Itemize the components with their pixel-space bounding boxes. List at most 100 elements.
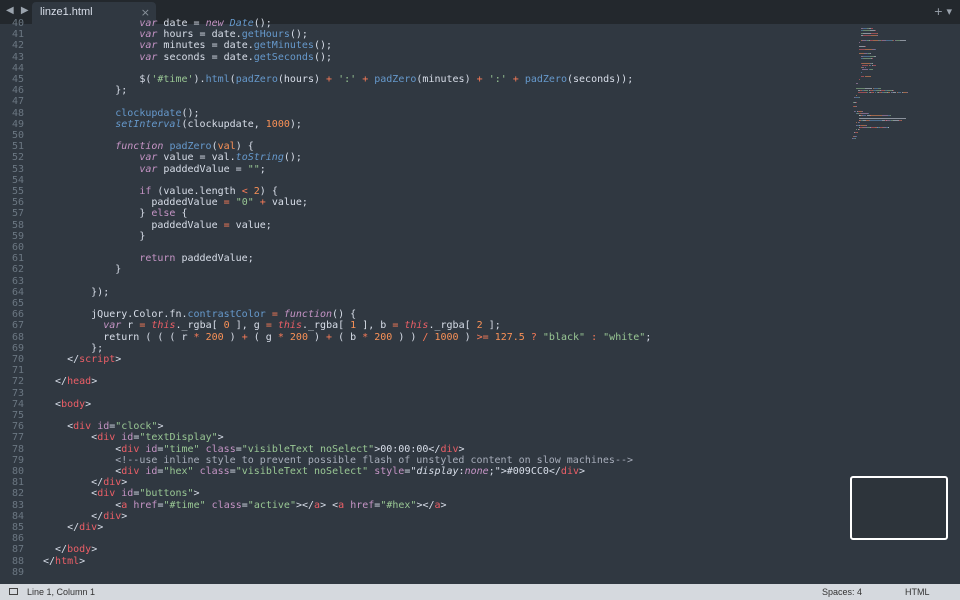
code-line[interactable]: <div id="time" class="visibleText noSele…	[43, 443, 464, 455]
code-line[interactable]: });	[43, 287, 109, 298]
code-line[interactable]: </div>	[43, 477, 127, 488]
code-token: body	[67, 544, 92, 556]
code-line[interactable]: <div id="hex" class="visibleText noSelec…	[43, 466, 585, 477]
code-token: ) )	[392, 331, 423, 343]
code-token: "time"	[163, 443, 200, 455]
minimap-viewport[interactable]	[850, 476, 948, 540]
code-token: "black"	[542, 331, 586, 343]
code-token: date =	[163, 18, 206, 29]
minimap-line	[862, 110, 863, 112]
code-token: this	[404, 320, 429, 332]
code-line[interactable]: jQuery.Color.fn.contrastColor = function…	[43, 309, 356, 320]
code-token: <	[43, 421, 74, 433]
code-line[interactable]: </body>	[43, 544, 97, 555]
code-line[interactable]: <div id="clock">	[43, 421, 163, 432]
code-token: ':'	[338, 74, 357, 85]
minimap-line	[867, 113, 869, 115]
code-token: >	[578, 466, 586, 477]
code-token: this	[151, 320, 176, 332]
code-line[interactable]: $('#time').html(padZero(hours) + ':' + p…	[43, 74, 633, 85]
code-line[interactable]: <body>	[43, 399, 91, 410]
panel-toggle-icon[interactable]	[9, 588, 18, 595]
minimap-line	[858, 97, 860, 98]
minimap-line	[856, 94, 858, 96]
minimap-line	[864, 48, 873, 50]
code-token: </	[43, 522, 80, 533]
code-line[interactable]: </head>	[43, 376, 97, 387]
line-number: 81	[11, 477, 24, 489]
code-line[interactable]: }	[43, 231, 145, 242]
code-token: paddedValue =	[163, 163, 248, 175]
code-line[interactable]: </div>	[43, 522, 103, 533]
line-number: 61	[11, 253, 24, 265]
code-line[interactable]: <a href="#time" class="active"></a> <a h…	[43, 499, 446, 511]
minimap-line	[863, 32, 872, 34]
minimap-line	[858, 41, 860, 43]
code-line[interactable]: var seconds = date.getSeconds();	[43, 52, 332, 63]
code-token: ( g	[247, 331, 278, 343]
code-token: ></	[416, 499, 435, 511]
code-token: ();	[289, 29, 308, 41]
code-line[interactable]: return paddedValue;	[43, 253, 253, 264]
code-token: >	[79, 555, 86, 567]
code-token: </	[43, 477, 104, 489]
code-token: 1000	[265, 118, 290, 130]
code-line[interactable]: var hours = date.getHours();	[43, 29, 308, 40]
cursor-position[interactable]: Line 1, Column 1	[27, 587, 95, 597]
code-line[interactable]: } else {	[43, 208, 187, 219]
code-token: "visibleText noSelect"	[235, 466, 369, 477]
code-line[interactable]: }	[43, 264, 121, 275]
code-token: '#time'	[151, 74, 194, 85]
code-token: "#hex"	[380, 499, 417, 511]
arrow-left-right-icon[interactable]: ◀ ▶	[6, 5, 31, 16]
code-line[interactable]: paddedValue = "0" + value;	[43, 197, 308, 208]
code-token: class	[211, 499, 242, 511]
code-line[interactable]: var r = this._rgba[ 0 ], g = this._rgba[…	[43, 320, 501, 331]
code-line[interactable]: };	[43, 343, 103, 354]
code-editor[interactable]: var date = new Date(); var hours = date.…	[43, 18, 843, 584]
code-line[interactable]: </script>	[43, 354, 121, 365]
minimap-line	[864, 67, 866, 69]
code-line[interactable]: if (value.length < 2) {	[43, 186, 278, 197]
code-line[interactable]: function padZero(val) {	[43, 141, 254, 152]
code-line[interactable]: </html>	[43, 556, 85, 567]
code-token: "visibleText noSelect"	[241, 443, 375, 455]
minimap-line	[874, 48, 876, 50]
code-line[interactable]: return ( ( ( r * 200 ) + ( g * 200 ) + (…	[43, 332, 651, 343]
line-number: 71	[11, 365, 24, 377]
minimap-line	[863, 126, 867, 128]
minimap-line	[862, 62, 871, 64]
syntax-selector[interactable]: HTML	[905, 587, 930, 597]
code-token: >	[97, 522, 104, 533]
code-line[interactable]: var minutes = date.getMinutes();	[43, 40, 332, 51]
code-line[interactable]: <!--use inline style to prevent possible…	[43, 455, 633, 466]
minimap-line	[858, 117, 906, 119]
code-line[interactable]: <div id="buttons">	[43, 488, 199, 499]
code-line[interactable]: var paddedValue = "";	[43, 163, 265, 175]
code-line[interactable]: </div>	[43, 511, 127, 522]
code-token: href	[133, 499, 158, 511]
code-line[interactable]: paddedValue = value;	[43, 220, 271, 231]
minimap-line	[856, 136, 857, 138]
line-number: 64	[11, 286, 24, 298]
minimap-line	[876, 32, 879, 34]
line-number: 63	[11, 275, 24, 287]
code-token: Date	[229, 18, 254, 29]
code-line[interactable]: var value = val.toString();	[43, 152, 302, 163]
code-line[interactable]: <div id="textDisplay">	[43, 432, 224, 443]
code-line[interactable]: var date = new Date();	[43, 18, 272, 29]
code-token: toString	[235, 152, 284, 164]
tab-actions-icon[interactable]: + ▾	[934, 5, 952, 18]
code-token: > <	[320, 499, 339, 511]
line-number: 60	[11, 242, 24, 253]
minimap-line	[878, 87, 881, 89]
code-token: )	[307, 331, 327, 343]
indentation-setting[interactable]: Spaces: 4	[822, 587, 862, 597]
code-token: ();	[313, 40, 333, 52]
code-line[interactable]: setInterval(clockupdate, 1000);	[43, 119, 302, 130]
line-number: 77	[11, 432, 24, 444]
code-line[interactable]: };	[43, 85, 127, 96]
minimap-line	[855, 106, 857, 108]
line-number: 49	[11, 118, 24, 130]
code-line[interactable]: clockupdate();	[43, 108, 199, 119]
